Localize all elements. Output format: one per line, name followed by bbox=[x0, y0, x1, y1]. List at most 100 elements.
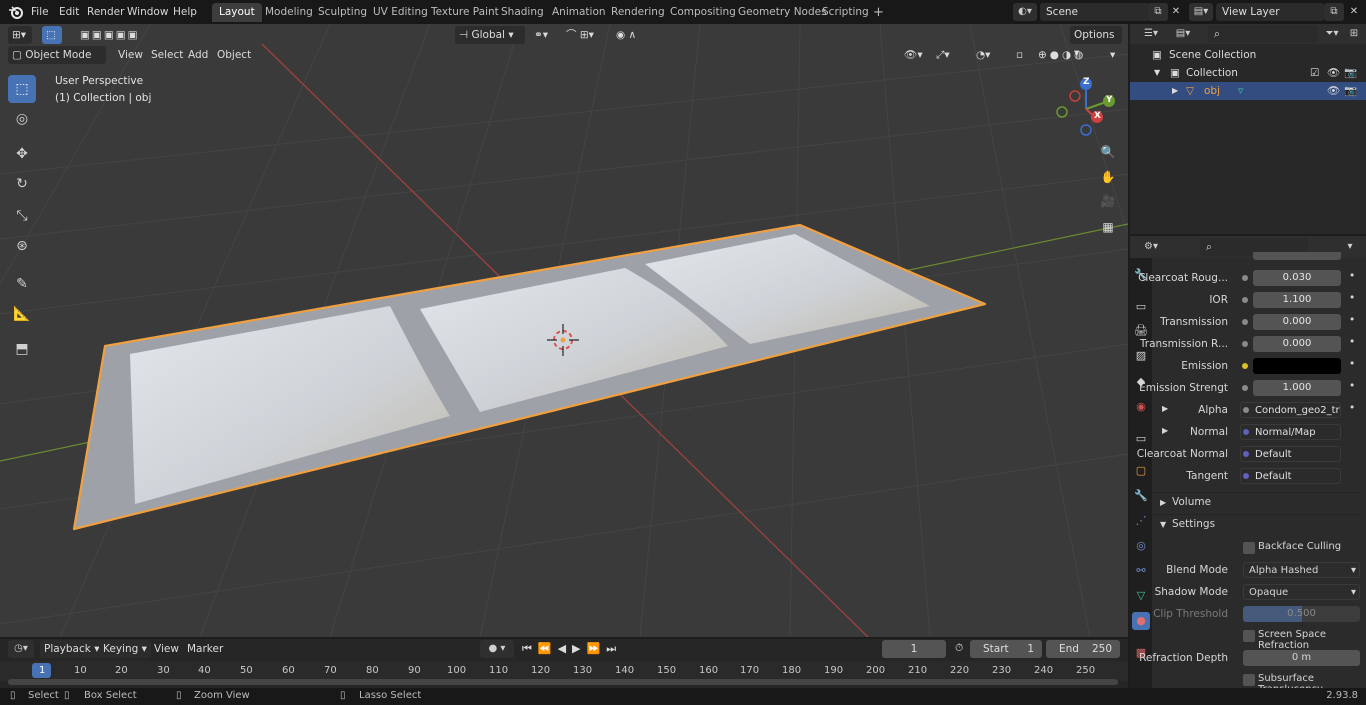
transmission-roughness-field[interactable]: 0.000 bbox=[1253, 336, 1341, 352]
pan-hand-icon[interactable]: ✋ bbox=[1097, 166, 1119, 188]
blender-logo-icon[interactable] bbox=[8, 4, 24, 20]
color-socket-dot-icon[interactable] bbox=[1242, 363, 1248, 369]
new-scene-icon[interactable]: ⧉ bbox=[1148, 3, 1168, 21]
emission-color-swatch[interactable] bbox=[1253, 358, 1341, 374]
backface-culling-checkbox[interactable] bbox=[1243, 542, 1255, 554]
scene-browse-icon[interactable]: ◐▾ bbox=[1013, 3, 1037, 21]
particles-tab-icon[interactable]: ⋰ bbox=[1132, 512, 1150, 530]
playback-dropdown[interactable]: Playback ▾ bbox=[40, 640, 104, 658]
snap-icon[interactable]: ⌒ ⊞▾ bbox=[562, 26, 602, 44]
pivot-point-icon[interactable]: ⚭▾ bbox=[530, 26, 558, 44]
modifier-tab-icon[interactable]: 🔧 bbox=[1132, 487, 1150, 505]
eye-icon[interactable]: 👁 bbox=[1327, 64, 1340, 82]
data-tab-icon[interactable]: ▽ bbox=[1132, 587, 1150, 605]
overlays-icon[interactable]: ◔▾ bbox=[972, 46, 1006, 64]
alpha-linked-node[interactable]: Condom_geo2_tran... bbox=[1240, 402, 1341, 418]
playback-controls[interactable]: ⏮⏪◀▶⏩⏭ bbox=[522, 642, 622, 656]
outliner-row-scene-collection[interactable]: ▣ Scene Collection bbox=[1130, 46, 1366, 64]
world-tab-icon[interactable]: ◉ bbox=[1132, 398, 1150, 416]
menu-window[interactable]: Window bbox=[127, 4, 168, 20]
auto-keying-record-icon[interactable]: ● ▾ bbox=[480, 640, 514, 658]
settings-panel-header[interactable]: ▼ Settings bbox=[1152, 514, 1362, 534]
expand-right-icon[interactable]: ▶ bbox=[1162, 404, 1168, 413]
timeline-scrollbar[interactable] bbox=[8, 679, 1118, 685]
clip-threshold-slider[interactable]: 0.500 bbox=[1243, 606, 1360, 622]
start-frame-field[interactable]: Start 1 bbox=[970, 640, 1042, 658]
transform-orientation-dropdown[interactable]: ⊣ Global ▾ bbox=[455, 26, 525, 44]
keyframe-dot-icon[interactable]: • bbox=[1349, 402, 1355, 414]
current-frame-field[interactable]: 1 bbox=[882, 640, 946, 658]
exclude-checkbox-icon[interactable]: ☑ bbox=[1310, 64, 1319, 82]
refraction-depth-field[interactable]: 0 m bbox=[1243, 650, 1360, 666]
outliner-row-obj[interactable]: ▶ ▽ obj ▿ 👁 📷 bbox=[1130, 82, 1366, 100]
menu-file[interactable]: File bbox=[31, 4, 49, 20]
volume-panel-header[interactable]: ▶ Volume bbox=[1152, 492, 1362, 512]
tab-rendering[interactable]: Rendering bbox=[604, 3, 672, 22]
cursor-tool-icon[interactable]: ◎ bbox=[8, 105, 36, 133]
socket-dot-icon[interactable] bbox=[1242, 341, 1248, 347]
move-tool-icon[interactable]: ✥ bbox=[8, 140, 36, 168]
menu-view[interactable]: View bbox=[114, 46, 147, 64]
render-camera-icon[interactable]: 📷 bbox=[1344, 82, 1357, 100]
transmission-field[interactable]: 0.000 bbox=[1253, 314, 1341, 330]
physics-tab-icon[interactable]: ◎ bbox=[1132, 537, 1150, 555]
expand-right-icon[interactable]: ▶ bbox=[1162, 426, 1168, 435]
view-layer-field[interactable]: View Layer bbox=[1216, 3, 1324, 21]
scale-tool-icon[interactable]: ⤡ bbox=[8, 202, 36, 230]
keyframe-dot-icon[interactable]: • bbox=[1349, 380, 1355, 392]
stopwatch-icon[interactable]: ⏱ bbox=[955, 642, 963, 655]
keyframe-dot-icon[interactable]: • bbox=[1349, 270, 1355, 282]
select-box-tool-icon[interactable]: ⬚ bbox=[8, 75, 36, 103]
emission-strength-field[interactable]: 1.000 bbox=[1253, 380, 1341, 396]
object-mode-dropdown[interactable]: ▢ Object Mode bbox=[8, 46, 106, 64]
subsurface-translucency-checkbox[interactable] bbox=[1243, 674, 1255, 686]
transform-tool-icon[interactable]: ⊛ bbox=[8, 232, 36, 260]
menu-render[interactable]: Render bbox=[87, 4, 124, 20]
shading-mode-icons[interactable]: ⊕●◑◍ bbox=[1034, 46, 1110, 64]
timeline-menu-marker[interactable]: Marker bbox=[183, 640, 227, 658]
shadow-mode-dropdown[interactable]: Opaque ▾ bbox=[1243, 584, 1360, 600]
menu-help[interactable]: Help bbox=[173, 4, 197, 20]
new-view-layer-icon[interactable]: ⧉ bbox=[1324, 3, 1344, 21]
new-collection-icon[interactable]: ⊞ bbox=[1344, 25, 1364, 43]
tab-animation[interactable]: Animation bbox=[545, 3, 613, 22]
shading-options-icon[interactable]: ▾ bbox=[1106, 46, 1122, 64]
keyframe-dot-icon[interactable]: • bbox=[1349, 314, 1355, 326]
render-tab-icon[interactable]: ▭ bbox=[1132, 298, 1150, 316]
clearcoat-roughness-field[interactable]: 0.030 bbox=[1253, 270, 1341, 286]
view-layer-browse-icon[interactable]: ▤▾ bbox=[1189, 3, 1213, 21]
measure-tool-icon[interactable]: 📐 bbox=[8, 300, 36, 328]
outliner-row-collection[interactable]: ▼ ▣ Collection ☑ 👁 📷 bbox=[1130, 64, 1366, 82]
add-workspace-button[interactable]: + bbox=[866, 3, 891, 22]
close-scene-icon[interactable]: ✕ bbox=[1166, 3, 1186, 21]
gizmo-toggle-icon[interactable]: ⤢▾ bbox=[932, 46, 966, 64]
end-frame-field[interactable]: End 250 bbox=[1046, 640, 1120, 658]
menu-add[interactable]: Add bbox=[184, 46, 212, 64]
keying-dropdown[interactable]: Keying ▾ bbox=[99, 640, 151, 658]
menu-edit[interactable]: Edit bbox=[59, 4, 79, 20]
blend-mode-dropdown[interactable]: Alpha Hashed ▾ bbox=[1243, 562, 1360, 578]
zoom-icon[interactable]: 🔍 bbox=[1097, 141, 1119, 163]
expand-right-icon[interactable]: ▶ bbox=[1172, 82, 1178, 100]
add-cube-tool-icon[interactable]: ⬒ bbox=[8, 335, 36, 363]
material-tab-icon[interactable]: ● bbox=[1132, 612, 1150, 630]
editor-type-icon[interactable]: ⊞▾ bbox=[8, 26, 32, 44]
screen-space-refraction-checkbox[interactable] bbox=[1243, 630, 1255, 642]
outliner-editor-type-icon[interactable]: ☰▾ bbox=[1138, 25, 1164, 43]
socket-dot-icon[interactable] bbox=[1242, 319, 1248, 325]
timeline-editor-type-icon[interactable]: ◷▾ bbox=[8, 640, 34, 658]
keyframe-dot-icon[interactable]: • bbox=[1349, 358, 1355, 370]
rotate-tool-icon[interactable]: ↻ bbox=[8, 170, 36, 198]
3d-viewport[interactable]: ⊞▾ ⬚ ▣▣▣▣▣ ⊣ Global ▾ ⚭▾ ⌒ ⊞▾ ◉ ∧ Option… bbox=[0, 24, 1128, 637]
mesh-data-icon[interactable]: ▿ bbox=[1238, 82, 1243, 100]
ior-field[interactable]: 1.100 bbox=[1253, 292, 1341, 308]
eye-icon[interactable]: 👁 bbox=[1327, 82, 1340, 100]
timeline-menu-view[interactable]: View bbox=[150, 640, 183, 658]
xray-icon[interactable]: ▫ bbox=[1012, 46, 1030, 64]
normal-linked-node[interactable]: Normal/Map bbox=[1240, 424, 1341, 440]
expand-down-icon[interactable]: ▼ bbox=[1154, 64, 1160, 82]
keyframe-dot-icon[interactable]: • bbox=[1349, 336, 1355, 348]
display-mode-icon[interactable]: ▤▾ bbox=[1170, 25, 1196, 43]
render-camera-icon[interactable]: 📷 bbox=[1344, 64, 1357, 82]
selection-mode-icons[interactable]: ▣▣▣▣▣ bbox=[76, 26, 161, 44]
